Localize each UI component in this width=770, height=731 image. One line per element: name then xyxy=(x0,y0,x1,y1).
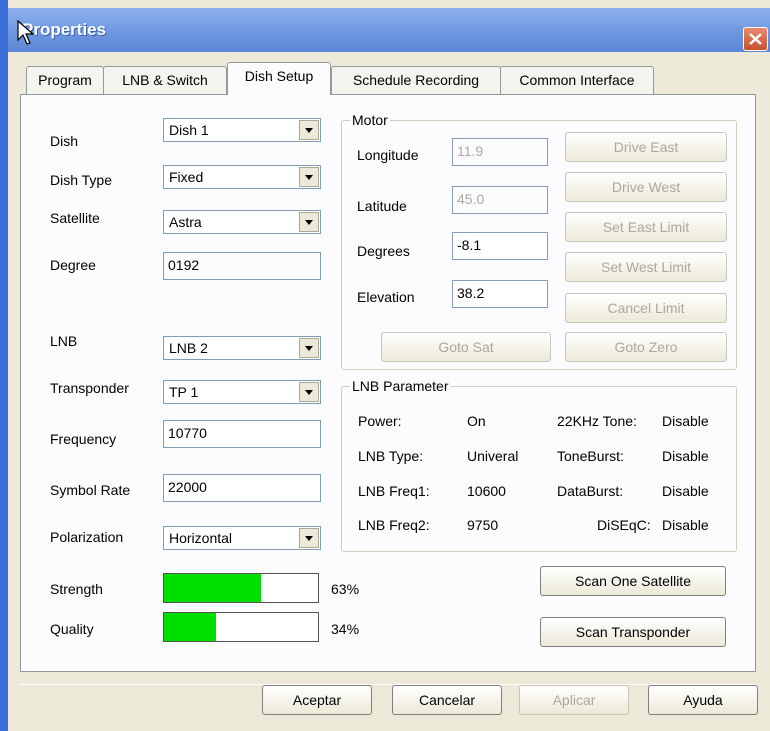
divider xyxy=(20,684,756,685)
tone22-value: Disable xyxy=(662,413,709,429)
quality-bar-fill xyxy=(164,613,217,641)
set-west-limit-button[interactable]: Set West Limit xyxy=(565,252,727,282)
close-button[interactable] xyxy=(743,27,768,51)
degrees-input[interactable]: -8.1 xyxy=(452,232,548,260)
satellite-select[interactable]: Astra xyxy=(163,210,321,234)
strength-bar xyxy=(163,573,319,603)
goto-sat-button[interactable]: Goto Sat xyxy=(381,332,551,362)
title-bar[interactable]: Properties xyxy=(8,8,770,52)
polarization-select[interactable]: Horizontal xyxy=(163,526,321,550)
chevron-down-icon[interactable] xyxy=(299,528,319,548)
dish-select[interactable]: Dish 1 xyxy=(163,118,321,142)
lnb-type-label: LNB Type: xyxy=(358,448,424,464)
longitude-label: Longitude xyxy=(357,147,419,163)
strength-percent: 63% xyxy=(331,581,360,597)
chevron-down-icon[interactable] xyxy=(299,120,319,140)
symbol-rate-input[interactable]: 22000 xyxy=(163,474,321,502)
degree-label: Degree xyxy=(50,257,96,273)
dish-type-label: Dish Type xyxy=(50,172,112,188)
longitude-field: 11.9 xyxy=(452,138,548,166)
diseqc-value: Disable xyxy=(662,517,709,533)
satellite-label: Satellite xyxy=(50,210,100,226)
cancel-limit-button[interactable]: Cancel Limit xyxy=(565,293,727,323)
lnb-freq1-value: 10600 xyxy=(467,483,506,499)
frequency-label: Frequency xyxy=(50,431,117,447)
goto-zero-button[interactable]: Goto Zero xyxy=(565,332,727,362)
dish-label: Dish xyxy=(50,133,79,149)
lnb-label: LNB xyxy=(50,333,78,349)
dish-type-select[interactable]: Fixed xyxy=(163,165,321,189)
scan-one-satellite-button[interactable]: Scan One Satellite xyxy=(540,566,726,596)
tab-common-interface[interactable]: Common Interface xyxy=(500,66,654,94)
polarization-label: Polarization xyxy=(50,529,124,545)
chevron-down-icon[interactable] xyxy=(299,167,319,187)
latitude-field: 45.0 xyxy=(452,186,548,214)
frequency-input[interactable]: 10770 xyxy=(163,420,321,448)
lnb-select[interactable]: LNB 2 xyxy=(163,336,321,360)
toneburst-label: ToneBurst: xyxy=(557,448,624,464)
elevation-input[interactable]: 38.2 xyxy=(452,280,548,308)
tab-program[interactable]: Program xyxy=(26,66,104,94)
help-button[interactable]: Ayuda xyxy=(648,685,758,715)
transponder-label: Transponder xyxy=(50,380,129,396)
symbol-rate-label: Symbol Rate xyxy=(50,482,131,498)
set-east-limit-button[interactable]: Set East Limit xyxy=(565,212,727,242)
chevron-down-icon[interactable] xyxy=(299,212,319,232)
lnb-freq1-label: LNB Freq1: xyxy=(358,483,430,499)
chevron-down-icon[interactable] xyxy=(299,382,319,402)
toneburst-value: Disable xyxy=(662,448,709,464)
lnb-parameter-group-title: LNB Parameter xyxy=(350,378,451,394)
databurst-value: Disable xyxy=(662,483,709,499)
databurst-label: DataBurst: xyxy=(557,483,624,499)
quality-percent: 34% xyxy=(331,621,360,637)
close-icon xyxy=(749,33,762,45)
chevron-down-icon[interactable] xyxy=(299,338,319,358)
lnb-type-value: Univeral xyxy=(467,448,519,464)
motor-group-title: Motor xyxy=(350,112,390,128)
transponder-select[interactable]: TP 1 xyxy=(163,380,321,404)
mouse-pointer-icon xyxy=(17,20,35,45)
tab-dish-setup[interactable]: Dish Setup xyxy=(227,62,331,95)
strength-label: Strength xyxy=(50,581,103,597)
power-value: On xyxy=(467,413,486,429)
degree-field: 0192 xyxy=(163,252,321,280)
power-label: Power: xyxy=(358,413,402,429)
ok-button[interactable]: Aceptar xyxy=(262,685,372,715)
cancel-button[interactable]: Cancelar xyxy=(392,685,502,715)
degrees-label: Degrees xyxy=(357,243,410,259)
tab-schedule-recording[interactable]: Schedule Recording xyxy=(331,66,501,94)
quality-bar xyxy=(163,612,319,642)
lnb-freq2-label: LNB Freq2: xyxy=(358,517,430,533)
drive-east-button[interactable]: Drive East xyxy=(565,132,727,162)
tab-lnb-switch[interactable]: LNB & Switch xyxy=(103,66,227,94)
strength-bar-fill xyxy=(164,574,262,602)
elevation-label: Elevation xyxy=(357,289,415,305)
apply-button[interactable]: Aplicar xyxy=(519,685,629,715)
diseqc-label: DiSEqC: xyxy=(597,517,651,533)
quality-label: Quality xyxy=(50,621,94,637)
tone22-label: 22KHz Tone: xyxy=(557,413,637,429)
lnb-freq2-value: 9750 xyxy=(467,517,499,533)
scan-transponder-button[interactable]: Scan Transponder xyxy=(540,617,726,647)
latitude-label: Latitude xyxy=(357,198,407,214)
drive-west-button[interactable]: Drive West xyxy=(565,172,727,202)
